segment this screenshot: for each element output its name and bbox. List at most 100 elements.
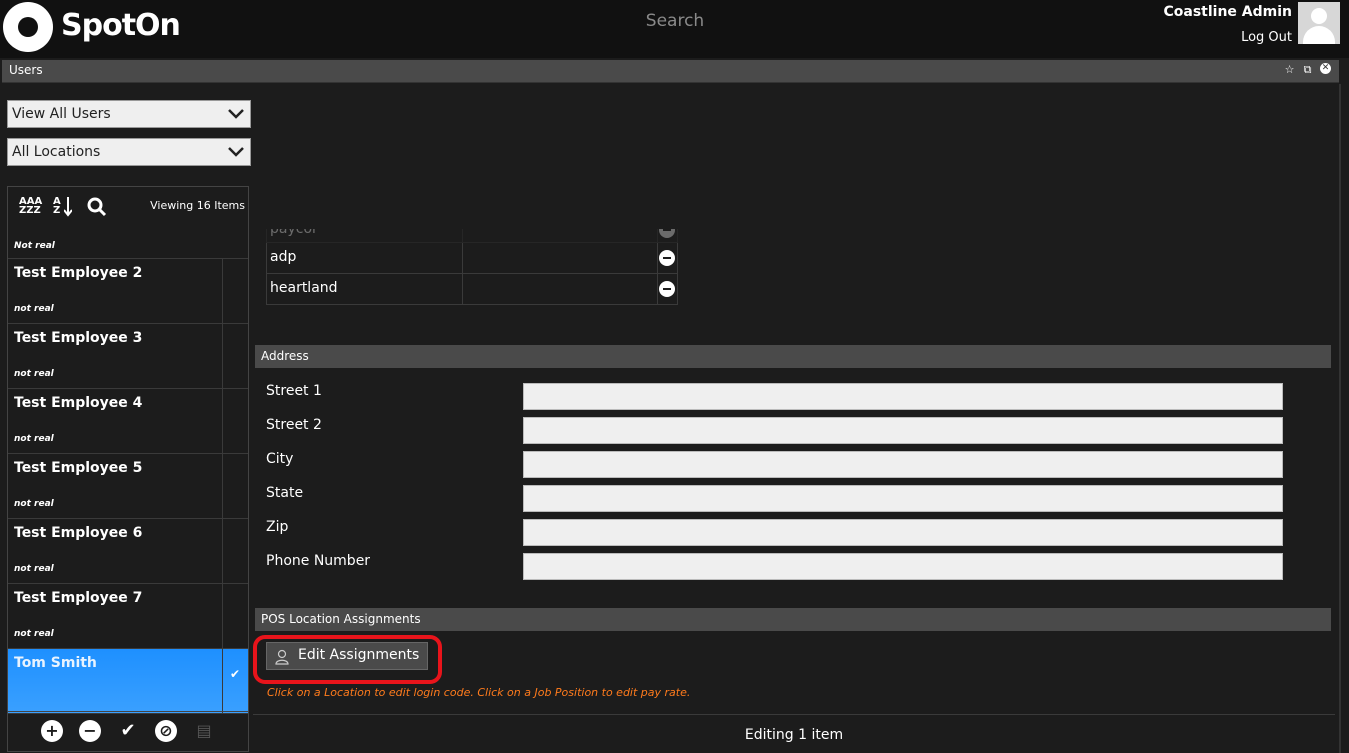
logout-link[interactable]: Log Out — [1241, 30, 1292, 45]
avatar[interactable] — [1298, 2, 1340, 44]
list-item-sub: not real — [14, 499, 54, 509]
list-item-divider — [222, 519, 223, 583]
city-label: City — [266, 451, 294, 467]
column-divider — [657, 274, 658, 304]
remove-row-icon[interactable] — [659, 250, 675, 266]
list-item-divider — [222, 324, 223, 388]
users-filter-select[interactable]: View All Users — [7, 100, 251, 128]
list-actions: + − ✔ ⊘ ▤ — [8, 711, 248, 751]
close-icon[interactable]: ✕ — [1320, 63, 1331, 74]
scroll-edge — [1339, 84, 1341, 753]
list-item-divider — [222, 454, 223, 518]
user-list: Not real Test Employee 2 not real Test E… — [8, 235, 248, 714]
list-item-selected[interactable]: Tom Smith ✔ — [8, 649, 248, 714]
list-item-divider — [222, 584, 223, 648]
address-section-header: Address — [255, 345, 1331, 368]
list-item-name: Test Employee 5 — [14, 460, 143, 476]
editing-status: Editing 1 item — [744, 727, 844, 743]
list-item-name: Test Employee 4 — [14, 395, 143, 411]
payroll-name: paycor — [270, 229, 318, 237]
panel-header: Users ☆ ⧉ ✕ — [2, 60, 1339, 83]
check-icon[interactable]: ✔ — [117, 720, 139, 742]
column-divider — [462, 274, 463, 304]
chevron-down-icon — [228, 147, 244, 157]
sort-alpha-group-icon[interactable]: AAA ZZZ — [19, 197, 42, 216]
list-item-sub: not real — [14, 629, 54, 639]
chevron-down-icon — [228, 109, 244, 119]
spoton-logo-icon[interactable] — [3, 2, 53, 52]
brand-name[interactable]: SpotOn — [61, 8, 181, 43]
list-item-divider — [222, 649, 223, 713]
list-item-name: Test Employee 2 — [14, 265, 143, 281]
city-field[interactable] — [523, 451, 1283, 478]
phone-field[interactable] — [523, 553, 1283, 580]
zip-field[interactable] — [523, 519, 1283, 546]
list-item[interactable]: Test Employee 3 not real — [8, 324, 248, 389]
clipboard-icon[interactable]: ▤ — [193, 720, 215, 742]
list-item[interactable]: Test Employee 4 not real — [8, 389, 248, 454]
add-icon[interactable]: + — [41, 720, 63, 742]
checkmark-icon: ✔ — [230, 667, 241, 681]
column-divider — [462, 243, 463, 273]
remove-row-icon[interactable] — [659, 229, 675, 238]
state-field[interactable] — [523, 485, 1283, 512]
pos-section-header: POS Location Assignments — [255, 608, 1331, 631]
edit-assignments-label: Edit Assignments — [298, 647, 420, 663]
user-icon — [275, 649, 289, 665]
locations-filter-value: All Locations — [12, 144, 101, 160]
users-filter-value: View All Users — [12, 106, 111, 122]
table-row[interactable]: paycor — [266, 229, 678, 243]
list-item[interactable]: Test Employee 2 not real — [8, 259, 248, 324]
list-item-divider — [222, 259, 223, 323]
column-divider — [462, 229, 463, 242]
payroll-name: heartland — [270, 280, 338, 296]
panel-title: Users — [9, 63, 43, 77]
list-item-sub: Not real — [14, 241, 55, 251]
footer-divider — [253, 714, 1335, 715]
list-item-name: Test Employee 7 — [14, 590, 143, 606]
street2-label: Street 2 — [266, 417, 322, 433]
user-detail-panel: paycor adp heartland Address Street 1 St… — [253, 84, 1339, 753]
list-item-sub: not real — [14, 564, 54, 574]
edit-assignments-button[interactable]: Edit Assignments — [266, 642, 428, 670]
remove-row-icon[interactable] — [659, 281, 675, 297]
list-item[interactable]: Test Employee 6 not real — [8, 519, 248, 584]
zip-label: Zip — [266, 519, 289, 535]
column-divider — [657, 243, 658, 273]
street2-field[interactable] — [523, 417, 1283, 444]
street1-field[interactable] — [523, 383, 1283, 410]
remove-icon[interactable]: − — [79, 720, 101, 742]
street1-label: Street 1 — [266, 383, 322, 399]
disable-icon[interactable]: ⊘ — [155, 720, 177, 742]
sort-alpha-group-bottom: ZZZ — [19, 205, 41, 216]
arrow-down-icon — [64, 197, 72, 217]
table-row[interactable]: heartland — [266, 274, 678, 305]
search-icon[interactable] — [87, 197, 107, 217]
list-item[interactable]: Test Employee 7 not real — [8, 584, 248, 649]
state-label: State — [266, 485, 304, 501]
list-item-name: Tom Smith — [14, 655, 97, 671]
list-item[interactable]: Not real — [8, 235, 248, 259]
column-divider — [657, 229, 658, 242]
search-field[interactable]: Search — [620, 11, 730, 31]
payroll-table: paycor adp heartland — [266, 229, 678, 305]
list-item[interactable]: Test Employee 5 not real — [8, 454, 248, 519]
list-item-sub: not real — [14, 369, 54, 379]
avatar-head-icon — [1311, 8, 1327, 24]
admin-name: Coastline Admin — [1163, 4, 1292, 20]
user-list-panel: AAA ZZZ A Z Viewing 16 Items Not real Te… — [7, 186, 249, 752]
locations-filter-select[interactable]: All Locations — [7, 138, 251, 166]
panel-controls: ☆ ⧉ ✕ — [1284, 63, 1331, 77]
pos-hint-text: Click on a Location to edit login code. … — [267, 686, 691, 699]
list-item-name: Test Employee 3 — [14, 330, 143, 346]
top-bar: SpotOn Search Coastline Admin Log Out — [0, 0, 1349, 58]
restore-window-icon[interactable]: ⧉ — [1302, 63, 1313, 77]
star-icon[interactable]: ☆ — [1284, 63, 1295, 77]
phone-label: Phone Number — [266, 553, 371, 569]
sort-az-bottom: Z — [53, 205, 61, 216]
sort-az-icon[interactable]: A Z — [53, 197, 72, 217]
viewing-count: Viewing 16 Items — [150, 199, 245, 212]
list-item-sub: not real — [14, 434, 54, 444]
table-row[interactable]: adp — [266, 243, 678, 274]
list-item-sub: not real — [14, 304, 54, 314]
